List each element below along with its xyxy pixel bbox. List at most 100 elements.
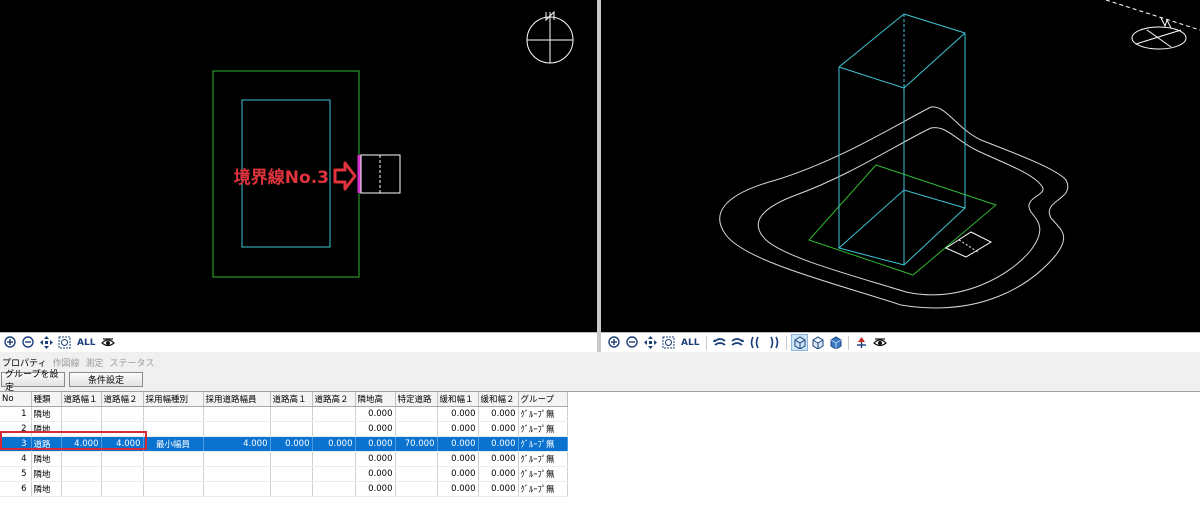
table-row[interactable]: 3 道路 4.000 4.000 最小幅員 4.000 0.000 0.000 0.000 70.… [0, 436, 568, 452]
table-cell[interactable] [101, 406, 144, 422]
plan-view-viewport[interactable]: 境界線No.3 [0, 0, 597, 332]
table-cell[interactable] [203, 466, 271, 482]
table-cell[interactable] [312, 406, 356, 422]
table-row[interactable]: 6 隣地 0.000 0.000 0.000 ｸﾞﾙｰﾌﾟ無 [0, 481, 568, 497]
box-view-icon[interactable] [810, 335, 825, 350]
table-cell[interactable]: 0.000 [355, 466, 396, 482]
table-cell[interactable] [395, 481, 438, 497]
table-cell[interactable] [101, 451, 144, 467]
table-row[interactable]: 5 隣地 0.000 0.000 0.000 ｸﾞﾙｰﾌﾟ無 [0, 466, 568, 482]
table-cell[interactable]: 5 [0, 466, 32, 482]
table-cell[interactable] [203, 406, 271, 422]
table-cell[interactable]: 最小幅員 [143, 436, 204, 452]
table-cell[interactable] [143, 451, 204, 467]
table-cell[interactable]: 0.000 [437, 466, 479, 482]
column-header-adjacent-height[interactable]: 隣地高 [355, 392, 396, 407]
table-cell[interactable] [61, 421, 102, 437]
table-cell[interactable] [395, 406, 438, 422]
table-cell[interactable]: 0.000 [478, 466, 519, 482]
table-cell[interactable]: 4.000 [61, 436, 102, 452]
zoom-out-icon[interactable] [625, 335, 640, 350]
table-cell[interactable]: 2 [0, 421, 32, 437]
table-cell[interactable]: 隣地 [31, 406, 62, 422]
table-cell[interactable]: 0.000 [437, 451, 479, 467]
rotate-right-icon[interactable] [730, 335, 745, 350]
table-cell[interactable]: 0.000 [312, 436, 356, 452]
table-cell[interactable] [61, 466, 102, 482]
table-cell[interactable]: ｸﾞﾙｰﾌﾟ無 [518, 466, 568, 482]
rotate-up-icon[interactable] [766, 335, 781, 350]
table-cell[interactable] [312, 481, 356, 497]
eye-icon[interactable] [872, 335, 887, 350]
table-cell[interactable]: 0.000 [355, 406, 396, 422]
table-cell[interactable]: 4.000 [203, 436, 271, 452]
table-cell[interactable] [101, 421, 144, 437]
table-cell[interactable] [61, 406, 102, 422]
tab-status[interactable]: ステータス [110, 356, 155, 369]
rotate-left-icon[interactable] [712, 335, 727, 350]
table-cell[interactable]: 4 [0, 451, 32, 467]
table-cell[interactable]: 0.000 [478, 436, 519, 452]
tab-measure[interactable]: 測定 [85, 356, 103, 369]
table-cell[interactable]: ｸﾞﾙｰﾌﾟ無 [518, 421, 568, 437]
pan-icon[interactable] [39, 335, 54, 350]
table-cell[interactable] [312, 421, 356, 437]
table-cell[interactable]: 0.000 [355, 436, 396, 452]
zoom-in-icon[interactable] [3, 335, 18, 350]
set-group-button[interactable]: グループを設定 [1, 370, 65, 393]
table-cell[interactable] [143, 421, 204, 437]
table-cell[interactable] [270, 421, 313, 437]
table-row[interactable]: 2 隣地 0.000 0.000 0.000 ｸﾞﾙｰﾌﾟ無 [0, 421, 568, 437]
table-cell[interactable] [143, 481, 204, 497]
table-cell[interactable] [203, 451, 271, 467]
table-cell[interactable] [61, 451, 102, 467]
column-header-relief-width-1[interactable]: 緩和幅１ [437, 392, 479, 407]
table-cell[interactable]: ｸﾞﾙｰﾌﾟ無 [518, 436, 568, 452]
table-cell[interactable]: 4.000 [101, 436, 144, 452]
column-header-no[interactable]: No [0, 392, 32, 407]
column-header-adopted-road-width[interactable]: 採用道路幅員 [203, 392, 271, 407]
eye-icon[interactable] [100, 335, 115, 350]
column-header-specific-road[interactable]: 特定道路 [395, 392, 438, 407]
zoom-window-icon[interactable] [661, 335, 676, 350]
table-row[interactable]: 1 隣地 0.000 0.000 0.000 ｸﾞﾙｰﾌﾟ無 [0, 406, 568, 422]
table-cell[interactable]: 0.000 [355, 451, 396, 467]
table-cell[interactable] [395, 466, 438, 482]
table-cell[interactable]: 0.000 [478, 451, 519, 467]
table-cell[interactable] [143, 406, 204, 422]
column-header-road-width-2[interactable]: 道路幅２ [101, 392, 144, 407]
table-cell[interactable]: 0.000 [355, 481, 396, 497]
zoom-all-button[interactable]: ALL [679, 338, 701, 348]
table-cell[interactable] [312, 451, 356, 467]
table-cell[interactable]: 0.000 [437, 481, 479, 497]
table-cell[interactable] [395, 421, 438, 437]
wireframe-view-icon[interactable] [791, 334, 809, 351]
table-cell[interactable] [270, 406, 313, 422]
table-cell[interactable]: 6 [0, 481, 32, 497]
table-cell[interactable] [101, 466, 144, 482]
table-cell[interactable] [270, 481, 313, 497]
conditions-button[interactable]: 条件設定 [69, 372, 143, 387]
zoom-window-icon[interactable] [57, 335, 72, 350]
table-cell[interactable]: 0.000 [478, 421, 519, 437]
pan-icon[interactable] [643, 335, 658, 350]
table-cell[interactable]: 隣地 [31, 466, 62, 482]
table-cell[interactable] [395, 451, 438, 467]
table-cell[interactable]: ｸﾞﾙｰﾌﾟ無 [518, 451, 568, 467]
table-cell[interactable]: 隣地 [31, 451, 62, 467]
table-cell[interactable]: 0.000 [437, 436, 479, 452]
table-cell[interactable] [101, 481, 144, 497]
column-header-group[interactable]: グループ [518, 392, 568, 407]
rotate-down-icon[interactable] [748, 335, 763, 350]
table-cell[interactable] [143, 466, 204, 482]
zoom-out-icon[interactable] [21, 335, 36, 350]
table-cell[interactable] [270, 451, 313, 467]
table-cell[interactable]: 道路 [31, 436, 62, 452]
table-cell[interactable]: 1 [0, 406, 32, 422]
column-header-road-height-1[interactable]: 道路高１ [270, 392, 313, 407]
table-cell[interactable]: 0.000 [437, 421, 479, 437]
column-header-road-width-1[interactable]: 道路幅１ [61, 392, 102, 407]
table-cell[interactable]: 0.000 [270, 436, 313, 452]
table-cell[interactable] [312, 466, 356, 482]
table-cell[interactable] [203, 481, 271, 497]
